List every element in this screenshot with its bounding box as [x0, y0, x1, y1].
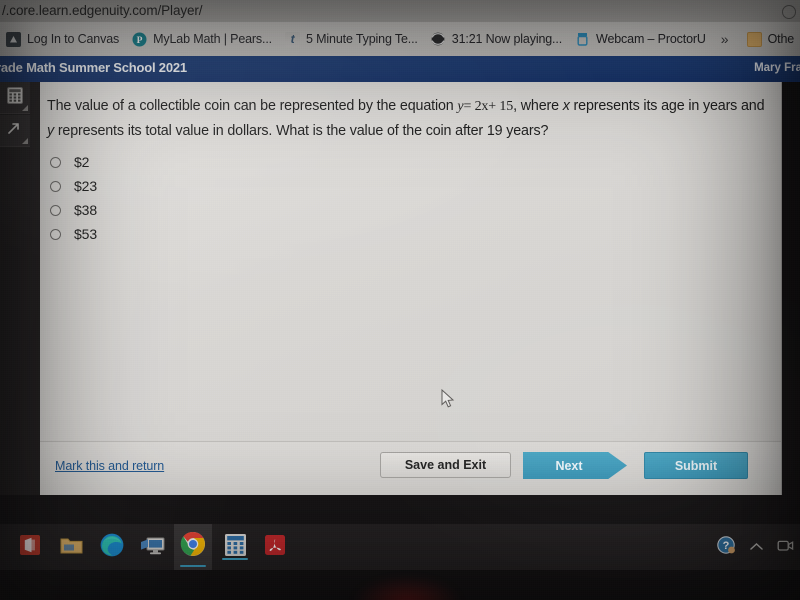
remote-desktop-icon [140, 534, 166, 561]
question-panel: The value of a collectible coin can be r… [40, 82, 782, 495]
bookmark-label: MyLab Math | Pears... [153, 32, 273, 46]
folder-icon [746, 31, 762, 47]
address-bar-url: /.core.learn.edgenuity.com/Player/ [2, 3, 203, 18]
question-circle-icon: ? [717, 536, 736, 560]
radio-button-icon[interactable] [50, 180, 61, 192]
chevron-up-icon [749, 539, 764, 557]
screen-photo: /.core.learn.edgenuity.com/Player/ Log I… [0, 0, 800, 600]
windows-taskbar: ? [0, 524, 800, 570]
course-title: rade Math Summer School 2021 [0, 60, 187, 75]
pointer-tool-button[interactable] [0, 115, 30, 147]
taskbar-remote-desktop[interactable] [137, 531, 169, 563]
taskbar-acrobat[interactable] [259, 531, 291, 563]
answer-choice-label: $38 [74, 202, 98, 218]
question-text-part3: represents its age in years and [569, 98, 765, 114]
bookmark-label: Log In to Canvas [27, 32, 120, 46]
camera-icon [777, 538, 794, 558]
mouse-pointer [441, 388, 456, 415]
submit-button[interactable]: Submit [644, 452, 748, 479]
bookmark-now-playing[interactable]: 31:21 Now playing... [425, 22, 569, 56]
question-text-part2: , where [513, 98, 563, 114]
radio-button-icon[interactable] [50, 156, 61, 168]
typing-test-favicon: t [285, 31, 301, 47]
svg-text:P: P [137, 36, 143, 46]
open-window-underline [222, 557, 248, 560]
calculator-icon [7, 86, 23, 109]
office-icon [19, 534, 41, 561]
folder-icon [60, 535, 83, 560]
bookmark-webcam-proctoru[interactable]: Webcam – ProctorU [569, 22, 713, 56]
equation: y= 2x+ 15 [457, 99, 513, 114]
course-header-bar: rade Math Summer School 2021 Mary Fra [0, 56, 800, 82]
variable-y: y [47, 123, 54, 139]
tray-help-button[interactable]: ? [717, 536, 736, 560]
edge-icon [99, 532, 125, 563]
bookmarks-bar: Log In to Canvas P MyLab Math | Pears...… [0, 22, 800, 56]
address-bar[interactable]: /.core.learn.edgenuity.com/Player/ [0, 0, 800, 22]
answer-choice[interactable]: $23 [50, 174, 97, 198]
variable-x: x [562, 98, 570, 114]
other-bookmarks-label: Othe [767, 32, 795, 46]
radio-button-icon[interactable] [50, 228, 61, 240]
question-text: The value of a collectible coin can be r… [47, 94, 775, 144]
answer-choice[interactable]: $53 [50, 222, 97, 246]
tool-rail [0, 82, 40, 495]
radio-button-icon[interactable] [50, 204, 61, 216]
active-window-underline [180, 564, 206, 567]
acrobat-icon [264, 534, 286, 561]
answer-choice-label: $2 [74, 154, 90, 170]
bookmark-label: 5 Minute Typing Te... [306, 32, 418, 46]
equation-body: = 2x+ 15 [463, 99, 514, 114]
resize-corner-icon [22, 138, 28, 144]
taskbar-chrome[interactable] [174, 524, 212, 570]
profile-circle-icon[interactable] [782, 5, 796, 19]
proctoru-webcam-favicon [575, 32, 590, 47]
bookmarks-overflow-button[interactable]: » [713, 22, 737, 56]
taskbar-file-explorer[interactable] [55, 531, 87, 563]
question-footer: Mark this and return Save and Exit Next … [40, 441, 781, 495]
pearson-mylab-favicon: P [132, 32, 147, 47]
question-text-part1: The value of a collectible coin can be r… [47, 98, 458, 114]
browser-chrome: /.core.learn.edgenuity.com/Player/ Log I… [0, 0, 800, 56]
taskbar-office[interactable] [14, 531, 46, 563]
answer-choices: $2 $23 $38 $53 [50, 150, 97, 246]
save-and-exit-button[interactable]: Save and Exit [380, 452, 511, 478]
taskbar-calculator[interactable] [219, 531, 251, 563]
answer-choice[interactable]: $2 [50, 150, 97, 174]
tray-show-hidden-icons-button[interactable] [749, 539, 764, 557]
bookmark-mylab-math[interactable]: P MyLab Math | Pears... [126, 22, 279, 56]
tray-meeting-button[interactable] [777, 538, 794, 558]
mark-this-and-return-link[interactable]: Mark this and return [55, 459, 164, 473]
resize-corner-icon [22, 105, 28, 111]
other-bookmarks-folder[interactable]: Othe [741, 22, 800, 56]
screen-reflection [352, 576, 462, 600]
answer-choice[interactable]: $38 [50, 198, 97, 222]
bookmark-log-in-to-canvas[interactable]: Log In to Canvas [0, 22, 126, 56]
chrome-icon [180, 531, 206, 562]
taskbar-edge[interactable] [96, 531, 128, 563]
system-tray: ? [717, 536, 794, 560]
bookmark-5-minute-typing-test[interactable]: t 5 Minute Typing Te... [279, 22, 425, 56]
now-playing-favicon [431, 32, 446, 47]
calculator-tool-button[interactable] [0, 82, 30, 114]
next-button[interactable]: Next [523, 452, 627, 479]
canvas-favicon [6, 31, 21, 47]
bookmark-label: Webcam – ProctorU [596, 32, 706, 46]
answer-choice-label: $23 [74, 178, 98, 194]
answer-choice-label: $53 [74, 226, 98, 242]
user-name[interactable]: Mary Fra [754, 62, 800, 74]
bookmark-label: 31:21 Now playing... [451, 32, 563, 46]
question-text-part4: represents its total value in dollars. W… [54, 123, 549, 139]
